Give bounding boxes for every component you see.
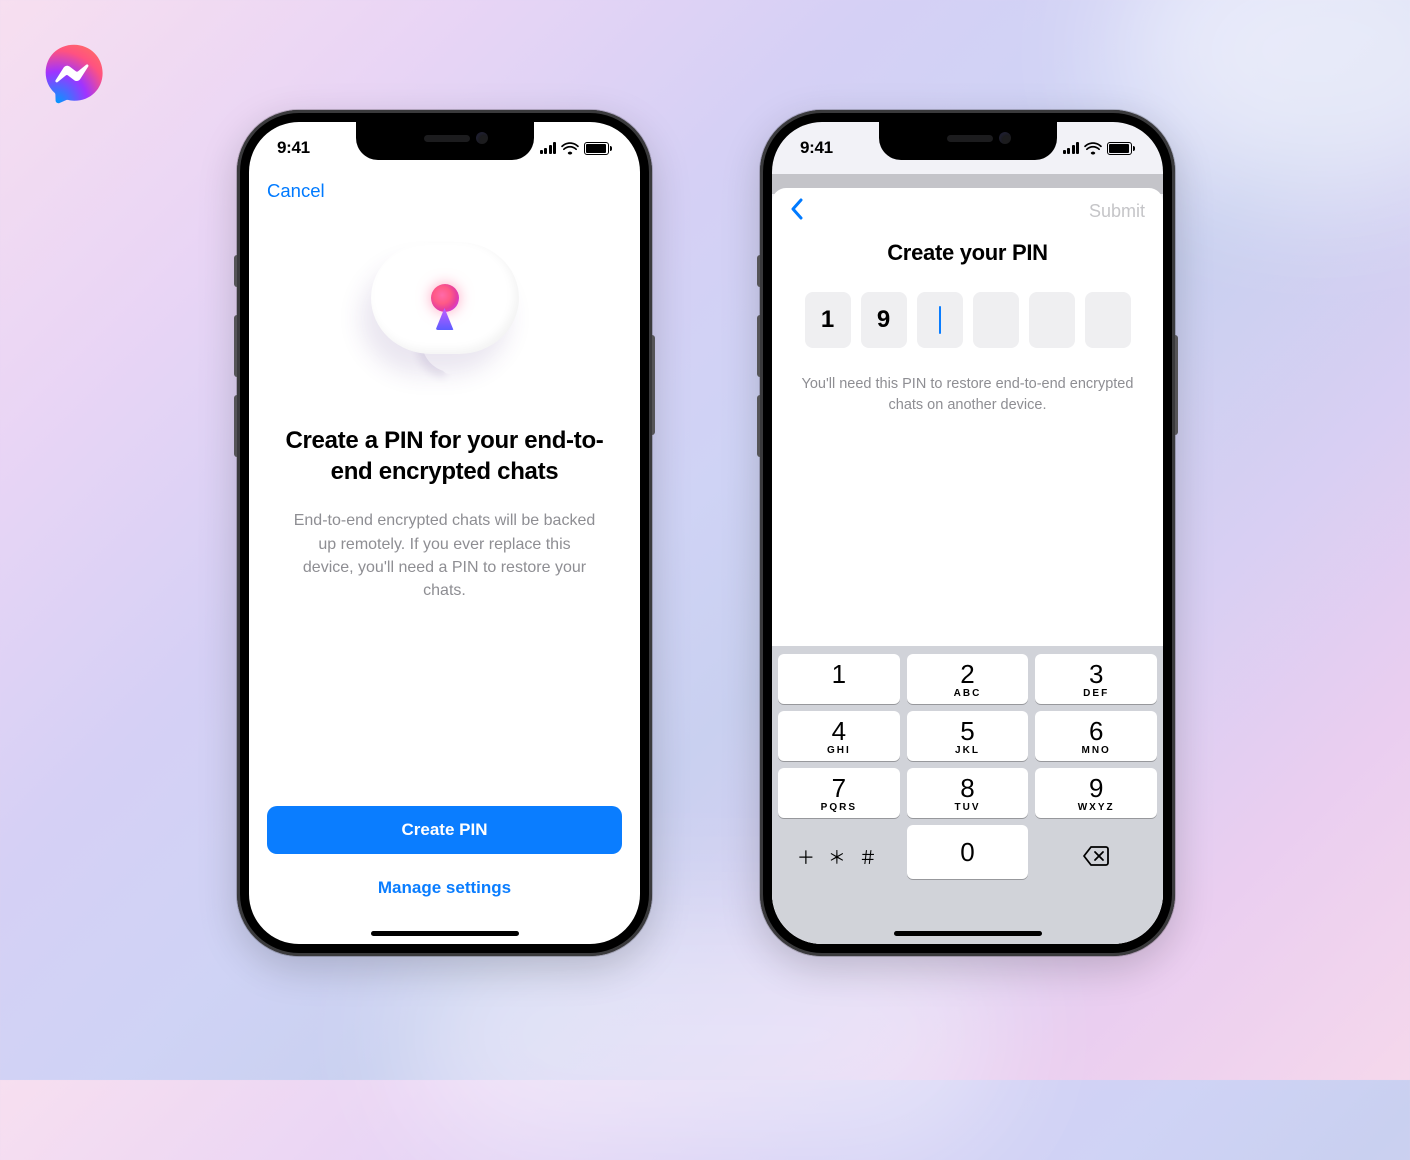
- key-num: 4: [832, 718, 846, 744]
- messenger-logo-icon: [40, 41, 108, 109]
- sheet: Submit Create your PIN 1 9 You'll need t…: [772, 188, 1163, 944]
- description: End-to-end encrypted chats will be backe…: [249, 509, 640, 602]
- symbols-label: ＋ ＊ ＃: [797, 834, 881, 870]
- key-label: MNO: [1082, 745, 1111, 757]
- cellular-icon: [540, 142, 557, 154]
- key-num: 5: [960, 718, 974, 744]
- submit-button[interactable]: Submit: [1089, 201, 1145, 222]
- hero-illustration: [249, 238, 640, 388]
- create-pin-button-label: Create PIN: [402, 820, 488, 840]
- pin-digit-2[interactable]: 9: [861, 292, 907, 348]
- key-num: 6: [1089, 718, 1103, 744]
- pin-input-row: 1 9: [772, 292, 1163, 348]
- status-indicators: [540, 142, 613, 155]
- create-pin-button[interactable]: Create PIN: [267, 806, 622, 854]
- key-num: 7: [832, 775, 846, 801]
- key-num: 9: [1089, 775, 1103, 801]
- key-9[interactable]: 9WXYZ: [1035, 768, 1157, 818]
- battery-icon: [584, 142, 612, 155]
- cursor: [939, 306, 941, 334]
- home-indicator[interactable]: [894, 931, 1042, 936]
- home-indicator[interactable]: [371, 931, 519, 936]
- key-label: PQRS: [821, 802, 857, 814]
- key-6[interactable]: 6MNO: [1035, 711, 1157, 761]
- wifi-icon: [1084, 142, 1102, 155]
- pin-digit-3[interactable]: [917, 292, 963, 348]
- key-num: 0: [960, 839, 974, 865]
- wifi-icon: [561, 142, 579, 155]
- key-5[interactable]: 5JKL: [907, 711, 1029, 761]
- chevron-left-icon: [790, 198, 804, 220]
- key-label: DEF: [1083, 688, 1109, 700]
- key-num: 8: [960, 775, 974, 801]
- keyhole-icon: [431, 284, 459, 330]
- key-2[interactable]: 2ABC: [907, 654, 1029, 704]
- hint-text: You'll need this PIN to restore end-to-e…: [772, 374, 1163, 416]
- numeric-keypad: 1 2ABC 3DEF 4GHI 5JKL 6MNO 7PQRS 8TUV 9W…: [772, 646, 1163, 944]
- key-0[interactable]: 0: [907, 825, 1029, 879]
- delete-icon: [1082, 845, 1110, 867]
- key-8[interactable]: 8TUV: [907, 768, 1029, 818]
- sheet-headline: Create your PIN: [772, 240, 1163, 266]
- back-button[interactable]: [790, 198, 804, 224]
- cancel-button[interactable]: Cancel: [267, 180, 325, 201]
- status-time: 9:41: [800, 138, 833, 158]
- notch: [879, 122, 1057, 160]
- headline: Create a PIN for your end-to-end encrypt…: [249, 426, 640, 487]
- status-time: 9:41: [277, 138, 310, 158]
- key-3[interactable]: 3DEF: [1035, 654, 1157, 704]
- key-label: JKL: [955, 745, 980, 757]
- key-label: WXYZ: [1078, 802, 1115, 814]
- notch: [356, 122, 534, 160]
- key-label: TUV: [955, 802, 981, 814]
- status-indicators: [1063, 142, 1136, 155]
- key-num: 3: [1089, 661, 1103, 687]
- key-1[interactable]: 1: [778, 654, 900, 704]
- key-label: ABC: [954, 688, 982, 700]
- key-num: 1: [832, 661, 846, 687]
- pin-digit-5[interactable]: [1029, 292, 1075, 348]
- manage-settings-link[interactable]: Manage settings: [249, 878, 640, 898]
- key-symbols[interactable]: ＋ ＊ ＃: [778, 825, 900, 879]
- phone-mock-right: 9:41 Submit Create your PIN: [760, 110, 1175, 956]
- key-label: GHI: [827, 745, 851, 757]
- battery-icon: [1107, 142, 1135, 155]
- key-delete[interactable]: [1035, 825, 1157, 879]
- key-4[interactable]: 4GHI: [778, 711, 900, 761]
- cellular-icon: [1063, 142, 1080, 154]
- key-7[interactable]: 7PQRS: [778, 768, 900, 818]
- pin-digit-6[interactable]: [1085, 292, 1131, 348]
- key-num: 2: [960, 661, 974, 687]
- pin-digit-1[interactable]: 1: [805, 292, 851, 348]
- phone-mock-left: 9:41 Cancel Create a PIN for your end-to: [237, 110, 652, 956]
- pin-digit-4[interactable]: [973, 292, 1019, 348]
